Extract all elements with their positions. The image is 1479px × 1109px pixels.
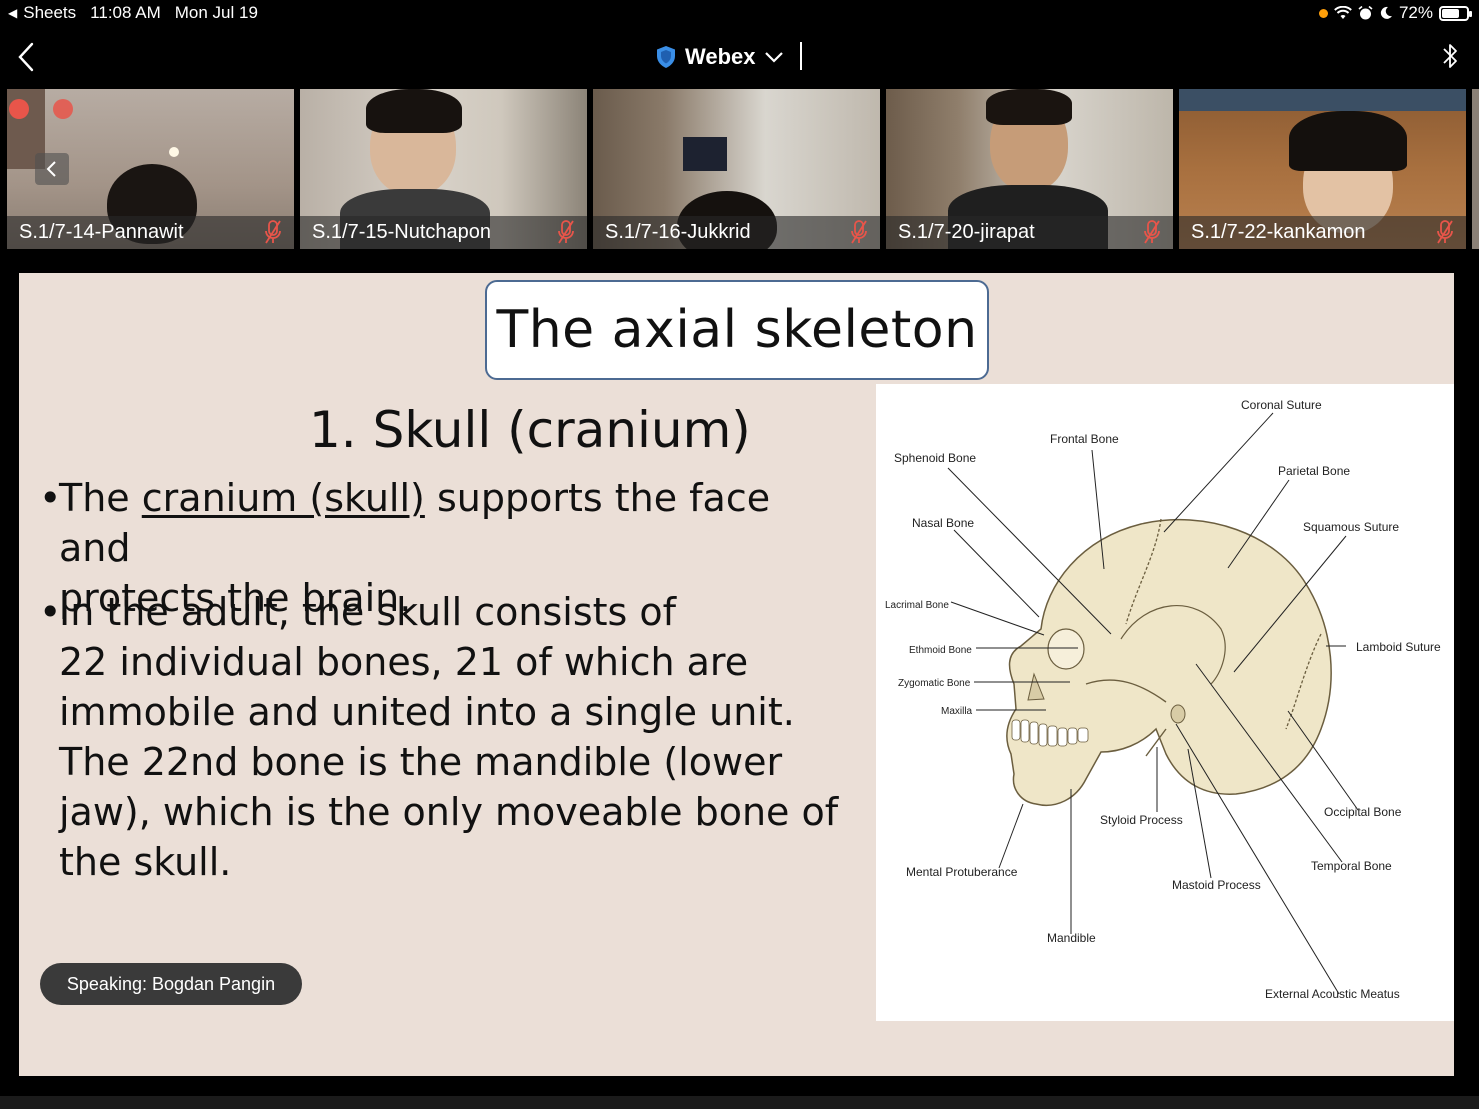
participant-name-bar: S.1/7-16-Jukkrid — [593, 216, 880, 249]
skull-ear-canal — [1170, 704, 1186, 724]
bullet-underlined-term: cranium (skull) — [141, 476, 425, 520]
bullet-text-line: jaw), which is the only moveable bone of — [59, 790, 839, 834]
participant-tile[interactable]: S.1/7-22-kankamon — [1179, 89, 1466, 249]
label-external-acoustic-meatus: External Acoustic Meatus — [1265, 987, 1400, 1001]
bullet-text-line: the skull. — [59, 840, 232, 884]
participant-tile[interactable]: S.1/7-15-Nutchapon — [300, 89, 587, 249]
label-styloid-process: Styloid Process — [1100, 813, 1183, 827]
participant-tile[interactable]: S.1/7-14-Pannawit — [7, 89, 294, 249]
nav-bar: Webex — [0, 28, 1479, 86]
slide-subtitle: 1. Skull (cranium) — [309, 401, 751, 459]
label-occipital-bone: Occipital Bone — [1324, 805, 1402, 819]
label-frontal-bone: Frontal Bone — [1050, 432, 1119, 446]
participant-name: S.1/7-16-Jukkrid — [605, 221, 751, 243]
shared-slide: The axial skeleton 1. Skull (cranium) • … — [19, 273, 1454, 1076]
mic-in-use-indicator-icon — [1318, 8, 1328, 18]
shield-icon — [657, 46, 675, 68]
back-chevron-icon[interactable] — [14, 40, 38, 74]
collapse-strip-button[interactable] — [35, 153, 69, 185]
status-time: 11:08 AM — [90, 3, 161, 22]
participant-name: S.1/7-22-kankamon — [1191, 221, 1366, 243]
mic-muted-icon — [1437, 220, 1453, 244]
label-temporal-bone: Temporal Bone — [1311, 859, 1392, 873]
participant-name-bar: S.1/7-20-jirapat — [886, 216, 1173, 249]
participant-name-bar: S.1/7-15-Nutchapon — [300, 216, 587, 249]
bottom-bar — [0, 1096, 1479, 1109]
meeting-title-dropdown[interactable]: Webex — [655, 40, 784, 74]
label-mastoid-process: Mastoid Process — [1172, 878, 1261, 892]
status-left: ◀ Sheets 11:08 AM Mon Jul 19 — [8, 3, 258, 23]
skull-diagram-svg: Coronal Suture Frontal Bone Sphenoid Bon… — [885, 398, 1441, 1001]
label-mental-protuberance: Mental Protuberance — [906, 865, 1018, 879]
label-zygomatic-bone: Zygomatic Bone — [898, 678, 971, 689]
battery-percent: 72% — [1398, 3, 1433, 22]
mic-muted-icon — [265, 220, 281, 244]
app-title: Webex — [685, 44, 756, 69]
label-coronal-suture: Coronal Suture — [1241, 398, 1322, 412]
participant-hair — [1289, 111, 1407, 171]
active-speaker-label: Speaking: Bogdan Pangin — [66, 973, 276, 994]
background-stripe — [1179, 89, 1466, 111]
bluetooth-icon[interactable] — [1440, 40, 1460, 72]
participant-name: S.1/7-15-Nutchapon — [312, 221, 492, 243]
bullet-text-line: The 22nd bone is the mandible (lower — [59, 740, 783, 784]
participant-name-bar: S.1/7-22-kankamon — [1179, 216, 1466, 249]
label-lacrimal-bone: Lacrimal Bone — [885, 600, 949, 611]
participant-tile-partial[interactable] — [1472, 89, 1479, 249]
status-right: 72% — [1318, 3, 1472, 23]
background-tv — [683, 137, 727, 171]
mic-muted-icon — [558, 220, 574, 244]
status-date: Mon Jul 19 — [174, 3, 258, 22]
label-lamboid-suture: Lamboid Suture — [1356, 640, 1441, 654]
back-to-app-label[interactable]: Sheets — [23, 3, 76, 23]
status-badge-icon — [53, 99, 73, 119]
bullet-text: In the adult, the skull consists of 22 i… — [59, 587, 849, 887]
participant-tile[interactable]: S.1/7-16-Jukkrid — [593, 89, 880, 249]
participant-name-bar: S.1/7-14-Pannawit — [7, 216, 294, 249]
label-sphenoid-bone: Sphenoid Bone — [894, 451, 976, 465]
label-nasal-bone: Nasal Bone — [912, 516, 974, 530]
slide-title: The axial skeleton — [496, 300, 978, 360]
bullet-text-part: The — [59, 476, 142, 520]
participant-tile[interactable]: S.1/7-20-jirapat — [886, 89, 1173, 249]
bullet-text-line: In the adult, the skull consists of — [59, 590, 677, 634]
ceiling-light — [169, 147, 179, 157]
chevron-down-icon — [764, 52, 783, 63]
label-parietal-bone: Parietal Bone — [1278, 464, 1350, 478]
label-mandible: Mandible — [1047, 931, 1096, 945]
participant-name: S.1/7-14-Pannawit — [19, 221, 184, 243]
bullet-item: • In the adult, the skull consists of 22… — [39, 587, 849, 887]
skull-orbit — [1047, 628, 1085, 670]
participant-name: S.1/7-20-jirapat — [898, 221, 1035, 243]
battery-icon — [1439, 5, 1472, 21]
do-not-disturb-moon-icon — [1380, 6, 1392, 19]
chevron-left-icon — [46, 161, 56, 177]
alarm-icon — [1358, 5, 1373, 19]
label-ethmoid-bone: Ethmoid Bone — [909, 645, 972, 656]
back-to-app-icon[interactable]: ◀ — [8, 6, 17, 20]
label-maxilla: Maxilla — [941, 706, 973, 717]
slide-title-box: The axial skeleton — [485, 280, 989, 380]
bullet-text-line: 22 individual bones, 21 of which are — [59, 640, 749, 684]
bullet-text-line: immobile and united into a single unit. — [59, 690, 795, 734]
participant-hair — [366, 89, 462, 133]
label-squamous-suture: Squamous Suture — [1303, 520, 1399, 534]
mic-muted-icon — [851, 220, 867, 244]
participant-strip[interactable]: S.1/7-14-Pannawit S.1/7-15-Nutchapon S.1… — [0, 89, 1479, 249]
status-bar: ◀ Sheets 11:08 AM Mon Jul 19 72% — [0, 0, 1479, 28]
bullet-item: • The cranium (skull) supports the face … — [39, 473, 849, 620]
muted-badge-icon — [9, 99, 29, 119]
skull-diagram: Coronal Suture Frontal Bone Sphenoid Bon… — [876, 384, 1454, 1021]
wifi-icon — [1334, 6, 1352, 19]
participant-hair — [986, 89, 1072, 125]
mic-muted-icon — [1144, 220, 1160, 244]
active-speaker-indicator: Speaking: Bogdan Pangin — [40, 963, 302, 1005]
divider — [800, 42, 802, 70]
